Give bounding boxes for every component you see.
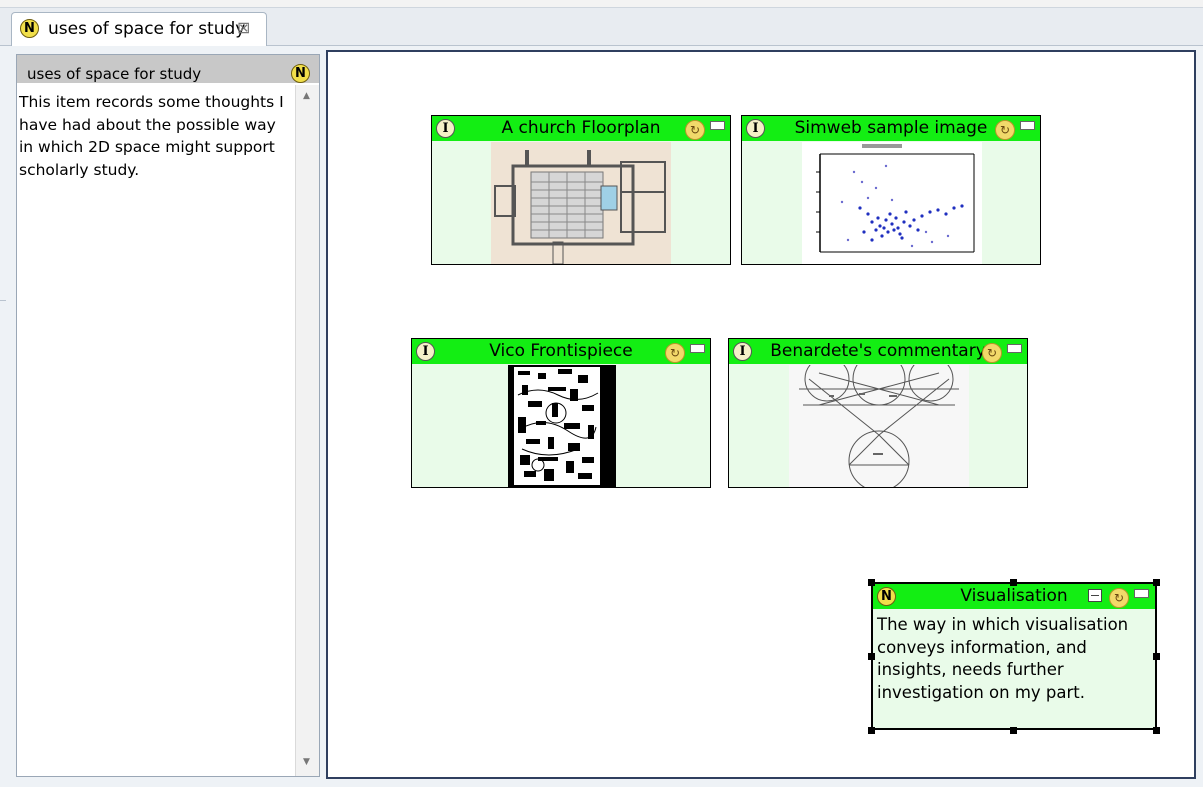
detail-panel-header: uses of space for study N	[17, 55, 319, 83]
scatter-plot-image	[802, 142, 982, 264]
window-top-strip	[0, 0, 1203, 8]
scroll-up-arrow-icon[interactable]: ▲	[303, 91, 310, 101]
note-n-icon: N	[20, 19, 39, 38]
sash-divider[interactable]	[0, 300, 6, 340]
tab-label: uses of space for study	[48, 19, 246, 39]
link-icon[interactable]: ↻	[1109, 588, 1129, 608]
detail-panel-title: uses of space for study	[27, 65, 202, 83]
minimize-button[interactable]	[1134, 589, 1149, 598]
resize-handle[interactable]	[868, 653, 875, 660]
editor-tab-bar: N uses of space for study ⊠	[0, 8, 1203, 46]
minimize-button[interactable]	[1007, 344, 1022, 353]
card-header[interactable]: I Benardete's commentary ↻	[729, 339, 1027, 364]
note-text[interactable]: The way in which visualisation conveys i…	[877, 614, 1155, 704]
minimize-button[interactable]	[690, 344, 705, 353]
detail-panel-text[interactable]: This item records some thoughts I have h…	[19, 91, 294, 181]
note-n-icon: N	[291, 64, 310, 83]
minimize-button[interactable]	[1020, 121, 1035, 130]
resize-handle[interactable]	[1153, 579, 1160, 586]
card-header[interactable]: N Visualisation ↻	[873, 584, 1155, 609]
resize-handle[interactable]	[1010, 727, 1017, 734]
canvas-item-card[interactable]: I Vico Frontispiece ↻	[411, 338, 711, 488]
minimize-button[interactable]	[710, 121, 725, 130]
church-floorplan-image	[491, 142, 671, 264]
resize-handle[interactable]	[1153, 653, 1160, 660]
tab-uses-of-space-for-study[interactable]: N uses of space for study ⊠	[11, 12, 267, 46]
scroll-down-arrow-icon[interactable]: ▼	[303, 757, 310, 767]
link-icon[interactable]: ↻	[685, 120, 705, 140]
close-icon[interactable]: ⊠	[237, 18, 250, 37]
item-detail-panel: uses of space for study N This item reco…	[16, 54, 320, 777]
card-header[interactable]: I Simweb sample image ↻	[742, 116, 1040, 141]
link-icon[interactable]: ↻	[995, 120, 1015, 140]
canvas-item-card[interactable]: I Benardete's commentary ↻	[728, 338, 1028, 488]
resize-handle[interactable]	[868, 579, 875, 586]
canvas-item-card[interactable]: I Simweb sample image ↻	[741, 115, 1041, 265]
resize-handle[interactable]	[868, 727, 875, 734]
card-header[interactable]: I Vico Frontispiece ↻	[412, 339, 710, 364]
geometric-diagram-image	[789, 365, 969, 487]
canvas-note-card[interactable]: N Visualisation ↻ The way in which visua…	[871, 582, 1157, 730]
vertical-scrollbar[interactable]: ▲ ▼	[295, 85, 319, 776]
resize-handle[interactable]	[1010, 579, 1017, 586]
link-icon[interactable]: ↻	[665, 343, 685, 363]
card-header[interactable]: I A church Floorplan ↻	[432, 116, 730, 141]
canvas-item-card[interactable]: I A church Floorplan ↻	[431, 115, 731, 265]
link-icon[interactable]: ↻	[982, 343, 1002, 363]
text-note-icon[interactable]	[1088, 589, 1102, 602]
resize-handle[interactable]	[1153, 727, 1160, 734]
engraving-image	[508, 365, 616, 487]
